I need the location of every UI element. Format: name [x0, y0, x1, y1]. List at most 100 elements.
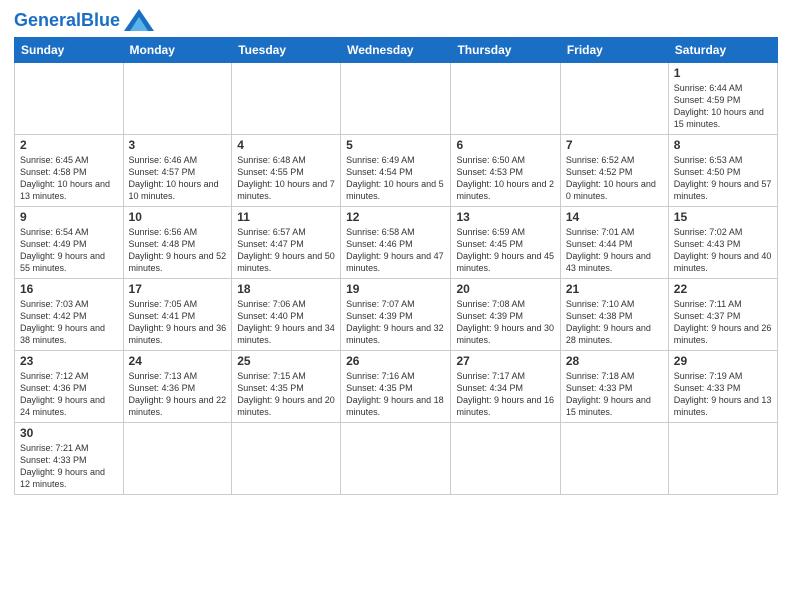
day-info: Sunrise: 6:54 AM Sunset: 4:49 PM Dayligh…	[20, 226, 118, 275]
calendar-table: SundayMondayTuesdayWednesdayThursdayFrid…	[14, 37, 778, 495]
day-number: 13	[456, 210, 554, 224]
logo: GeneralBlue	[14, 10, 154, 31]
day-cell: 28Sunrise: 7:18 AM Sunset: 4:33 PM Dayli…	[560, 351, 668, 423]
day-number: 16	[20, 282, 118, 296]
day-cell: 5Sunrise: 6:49 AM Sunset: 4:54 PM Daylig…	[341, 135, 451, 207]
day-cell: 18 Sunrise: 7:06 AM Sunset: 4:40 PM Dayli…	[232, 279, 341, 351]
page-header: GeneralBlue	[14, 10, 778, 31]
day-number: 25	[237, 354, 335, 368]
day-info: Sunrise: 6:50 AM Sunset: 4:53 PM Dayligh…	[456, 154, 554, 203]
day-cell: 15 Sunrise: 7:02 AM Sunset: 4:43 PM Dayli…	[668, 207, 777, 279]
col-header-friday: Friday	[560, 38, 668, 63]
day-cell: 30 Sunrise: 7:21 AM Sunset: 4:33 PM Dayli…	[15, 423, 124, 495]
col-header-monday: Monday	[123, 38, 232, 63]
day-cell: 23Sunrise: 7:12 AM Sunset: 4:36 PM Dayli…	[15, 351, 124, 423]
day-info: Sunrise: 7:11 AM Sunset: 4:37 PM Dayligh…	[674, 298, 772, 347]
day-cell: 10 Sunrise: 6:56 AM Sunset: 4:48 PM Dayli…	[123, 207, 232, 279]
day-cell: 8 Sunrise: 6:53 AM Sunset: 4:50 PM Daylig…	[668, 135, 777, 207]
logo-blue: Blue	[81, 10, 120, 30]
week-row-2: 2 Sunrise: 6:45 AM Sunset: 4:58 PM Daylig…	[15, 135, 778, 207]
col-header-saturday: Saturday	[668, 38, 777, 63]
day-info: Sunrise: 7:13 AM Sunset: 4:36 PM Dayligh…	[129, 370, 227, 419]
day-info: Sunrise: 7:05 AM Sunset: 4:41 PM Dayligh…	[129, 298, 227, 347]
day-cell	[15, 63, 124, 135]
day-number: 2	[20, 138, 118, 152]
day-number: 17	[129, 282, 227, 296]
day-number: 20	[456, 282, 554, 296]
day-info: Sunrise: 7:21 AM Sunset: 4:33 PM Dayligh…	[20, 442, 118, 491]
day-cell: 24 Sunrise: 7:13 AM Sunset: 4:36 PM Dayli…	[123, 351, 232, 423]
day-info: Sunrise: 6:53 AM Sunset: 4:50 PM Dayligh…	[674, 154, 772, 203]
day-cell: 22 Sunrise: 7:11 AM Sunset: 4:37 PM Dayli…	[668, 279, 777, 351]
day-info: Sunrise: 6:48 AM Sunset: 4:55 PM Dayligh…	[237, 154, 335, 203]
day-cell	[232, 423, 341, 495]
day-cell: 12Sunrise: 6:58 AM Sunset: 4:46 PM Dayli…	[341, 207, 451, 279]
day-cell: 3Sunrise: 6:46 AM Sunset: 4:57 PM Daylig…	[123, 135, 232, 207]
day-cell: 17 Sunrise: 7:05 AM Sunset: 4:41 PM Dayli…	[123, 279, 232, 351]
day-number: 30	[20, 426, 118, 440]
day-cell: 16 Sunrise: 7:03 AM Sunset: 4:42 PM Dayli…	[15, 279, 124, 351]
day-number: 24	[129, 354, 227, 368]
day-cell: 11 Sunrise: 6:57 AM Sunset: 4:47 PM Dayli…	[232, 207, 341, 279]
day-cell: 25 Sunrise: 7:15 AM Sunset: 4:35 PM Dayli…	[232, 351, 341, 423]
day-info: Sunrise: 6:56 AM Sunset: 4:48 PM Dayligh…	[129, 226, 227, 275]
day-number: 8	[674, 138, 772, 152]
day-info: Sunrise: 7:02 AM Sunset: 4:43 PM Dayligh…	[674, 226, 772, 275]
col-header-tuesday: Tuesday	[232, 38, 341, 63]
week-row-6: 30 Sunrise: 7:21 AM Sunset: 4:33 PM Dayli…	[15, 423, 778, 495]
day-number: 11	[237, 210, 335, 224]
day-cell	[123, 63, 232, 135]
day-number: 21	[566, 282, 663, 296]
day-cell: 21Sunrise: 7:10 AM Sunset: 4:38 PM Dayli…	[560, 279, 668, 351]
day-cell: 6Sunrise: 6:50 AM Sunset: 4:53 PM Daylig…	[451, 135, 560, 207]
day-cell: 26Sunrise: 7:16 AM Sunset: 4:35 PM Dayli…	[341, 351, 451, 423]
day-info: Sunrise: 6:49 AM Sunset: 4:54 PM Dayligh…	[346, 154, 445, 203]
day-number: 15	[674, 210, 772, 224]
day-number: 27	[456, 354, 554, 368]
day-cell: 2 Sunrise: 6:45 AM Sunset: 4:58 PM Daylig…	[15, 135, 124, 207]
week-row-4: 16 Sunrise: 7:03 AM Sunset: 4:42 PM Dayli…	[15, 279, 778, 351]
day-number: 7	[566, 138, 663, 152]
day-cell: 29Sunrise: 7:19 AM Sunset: 4:33 PM Dayli…	[668, 351, 777, 423]
day-info: Sunrise: 6:59 AM Sunset: 4:45 PM Dayligh…	[456, 226, 554, 275]
logo-icon	[124, 9, 154, 31]
day-cell	[341, 63, 451, 135]
day-cell: 20 Sunrise: 7:08 AM Sunset: 4:39 PM Dayli…	[451, 279, 560, 351]
day-info: Sunrise: 6:46 AM Sunset: 4:57 PM Dayligh…	[129, 154, 227, 203]
day-cell: 4 Sunrise: 6:48 AM Sunset: 4:55 PM Daylig…	[232, 135, 341, 207]
day-number: 1	[674, 66, 772, 80]
day-number: 10	[129, 210, 227, 224]
day-info: Sunrise: 7:08 AM Sunset: 4:39 PM Dayligh…	[456, 298, 554, 347]
day-cell	[668, 423, 777, 495]
day-info: Sunrise: 7:06 AM Sunset: 4:40 PM Dayligh…	[237, 298, 335, 347]
calendar-page: GeneralBlue SundayMondayTuesdayWednesday…	[0, 0, 792, 612]
day-cell	[451, 423, 560, 495]
day-number: 18	[237, 282, 335, 296]
day-info: Sunrise: 6:52 AM Sunset: 4:52 PM Dayligh…	[566, 154, 663, 203]
day-cell: 27 Sunrise: 7:17 AM Sunset: 4:34 PM Dayli…	[451, 351, 560, 423]
col-header-thursday: Thursday	[451, 38, 560, 63]
day-info: Sunrise: 7:03 AM Sunset: 4:42 PM Dayligh…	[20, 298, 118, 347]
day-cell	[232, 63, 341, 135]
day-number: 9	[20, 210, 118, 224]
day-number: 29	[674, 354, 772, 368]
day-number: 12	[346, 210, 445, 224]
day-number: 22	[674, 282, 772, 296]
day-number: 26	[346, 354, 445, 368]
day-info: Sunrise: 7:18 AM Sunset: 4:33 PM Dayligh…	[566, 370, 663, 419]
day-info: Sunrise: 6:45 AM Sunset: 4:58 PM Dayligh…	[20, 154, 118, 203]
logo-text: GeneralBlue	[14, 10, 120, 31]
day-info: Sunrise: 7:07 AM Sunset: 4:39 PM Dayligh…	[346, 298, 445, 347]
day-number: 4	[237, 138, 335, 152]
day-cell	[560, 63, 668, 135]
day-info: Sunrise: 7:15 AM Sunset: 4:35 PM Dayligh…	[237, 370, 335, 419]
calendar-header-row: SundayMondayTuesdayWednesdayThursdayFrid…	[15, 38, 778, 63]
day-info: Sunrise: 6:57 AM Sunset: 4:47 PM Dayligh…	[237, 226, 335, 275]
day-info: Sunrise: 7:01 AM Sunset: 4:44 PM Dayligh…	[566, 226, 663, 275]
day-cell: 7 Sunrise: 6:52 AM Sunset: 4:52 PM Daylig…	[560, 135, 668, 207]
week-row-3: 9 Sunrise: 6:54 AM Sunset: 4:49 PM Daylig…	[15, 207, 778, 279]
day-cell: 19Sunrise: 7:07 AM Sunset: 4:39 PM Dayli…	[341, 279, 451, 351]
day-cell: 9 Sunrise: 6:54 AM Sunset: 4:49 PM Daylig…	[15, 207, 124, 279]
day-info: Sunrise: 7:17 AM Sunset: 4:34 PM Dayligh…	[456, 370, 554, 419]
col-header-wednesday: Wednesday	[341, 38, 451, 63]
